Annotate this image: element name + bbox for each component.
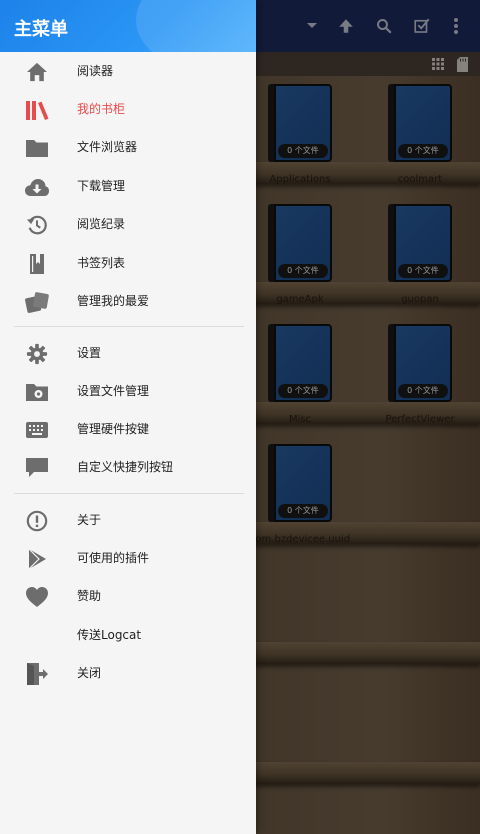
menu-item-plugins[interactable]: 可使用的插件 [0, 539, 256, 577]
menu-item-download-manager[interactable]: 下载管理 [0, 167, 256, 205]
menu-item-bookmark-list[interactable]: 书签列表 [0, 244, 256, 282]
menu-item-label: 传送Logcat [77, 628, 142, 642]
menu-item-label: 下载管理 [77, 179, 126, 193]
exit-icon [24, 661, 50, 687]
menu-item-label: 文件浏览器 [77, 140, 138, 154]
menu-item-label: 管理硬件按键 [77, 422, 150, 436]
comment-icon [24, 455, 50, 481]
menu-item-send-logcat[interactable]: 传送Logcat [0, 616, 256, 654]
menu-item-my-bookshelf[interactable]: 我的书柜 [0, 90, 256, 128]
bookmark-icon [24, 251, 50, 277]
menu-item-settings[interactable]: 设置 [0, 334, 256, 372]
menu-item-label: 关闭 [77, 666, 102, 680]
menu-item-about[interactable]: 关于 [0, 501, 256, 539]
menu-item-reader[interactable]: 阅读器 [0, 52, 256, 90]
favorites-icon [24, 289, 50, 315]
keyboard-icon [24, 417, 50, 443]
menu-item-label: 阅览纪录 [77, 217, 126, 231]
menu-item-reading-history[interactable]: 阅览纪录 [0, 205, 256, 243]
library-icon [24, 97, 50, 123]
menu-item-label: 关于 [77, 513, 102, 527]
play-store-icon [24, 546, 50, 572]
info-icon [24, 508, 50, 534]
menu-item-manage-favorites[interactable]: 管理我的最爱 [0, 282, 256, 320]
menu-item-close[interactable]: 关闭 [0, 654, 256, 692]
folder-settings-icon [24, 379, 50, 405]
menu-item-label: 自定义快捷列按钮 [77, 460, 174, 474]
menu-divider [14, 493, 244, 494]
menu-item-label: 管理我的最爱 [77, 294, 150, 308]
menu-item-label: 阅读器 [77, 64, 114, 78]
menu-item-label: 可使用的插件 [77, 551, 150, 565]
menu-item-hardware-keys[interactable]: 管理硬件按键 [0, 410, 256, 448]
menu-item-label: 书签列表 [77, 256, 126, 270]
menu-item-label: 赞助 [77, 589, 102, 603]
menu-divider [14, 326, 244, 327]
menu-item-label: 设置 [77, 346, 102, 360]
history-icon [24, 212, 50, 238]
gear-icon [24, 341, 50, 367]
menu-item-label: 我的书柜 [77, 102, 126, 116]
drawer-header: 主菜单 [0, 0, 256, 52]
menu-item-sponsor[interactable]: 赞助 [0, 577, 256, 615]
menu-item-file-browser[interactable]: 文件浏览器 [0, 128, 256, 166]
navigation-drawer: 主菜单 阅读器 我的书柜 文件浏览器 下载管理 阅览纪录 书签列表 管理我的最爱… [0, 0, 256, 834]
cloud-download-icon [24, 174, 50, 200]
menu-item-custom-shortcut-buttons[interactable]: 自定义快捷列按钮 [0, 448, 256, 486]
menu-item-folder-settings[interactable]: 设置文件管理 [0, 372, 256, 410]
heart-icon [24, 584, 50, 610]
menu-item-label: 设置文件管理 [77, 384, 150, 398]
drawer-title: 主菜单 [14, 19, 68, 40]
folder-icon [24, 135, 50, 161]
home-icon [24, 59, 50, 85]
